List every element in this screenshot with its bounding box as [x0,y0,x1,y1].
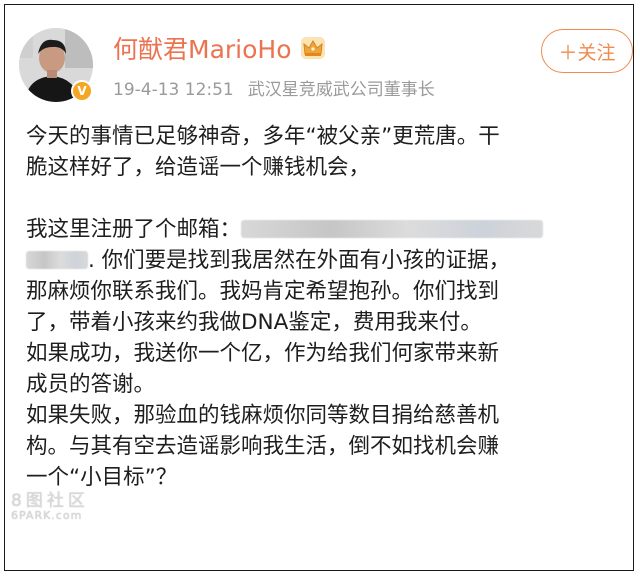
post-line: 如果成功，我送你一个亿，作为给我们何家带来新 [26,341,500,366]
post-line: 成员的答谢。 [26,372,156,397]
post-text: 今天的事情已足够神奇，多年“被父亲”更荒唐。干 脆这样好了，给造谣一个赚钱机会，… [26,121,632,493]
post-line: 如果失败，那验血的钱麻烦你同等数目捐给慈善机 [26,403,500,428]
weibo-post-card: V 何猷君MarioHo 19-4-13 12:51 武汉星竞威武公司董事长 ＋关… [4,4,634,571]
crown-icon [300,37,325,59]
user-title: 武汉星竞威武公司董事长 [247,80,435,100]
post-line: 那麻烦你联系我们。我妈肯定希望抱孙。你们找到 [26,279,500,304]
username-row: 何猷君MarioHo [113,28,326,68]
post-line: 脆这样好了，给造谣一个赚钱机会， [26,155,371,180]
post-line-text: 我这里注册了个邮箱： [26,217,242,242]
post-timestamp[interactable]: 19-4-13 12:51 [113,80,234,100]
verified-badge-icon: V [71,80,93,102]
post-line: . 你们要是找到我居然在外面有小孩的证据， [26,245,632,276]
post-line: 今天的事情已足够神奇，多年“被父亲”更荒唐。干 [26,124,500,149]
redacted-email-domain [26,251,88,269]
watermark-en: 6PARK.com [11,509,83,522]
post-line: 我这里注册了个邮箱： [26,214,632,245]
post-line: 构。与其有空去造谣影响我生活，倒不如找机会赚 [26,434,500,459]
redacted-email [241,220,544,238]
follow-button[interactable]: ＋关注 [541,29,633,73]
post-line: 一个“小目标”？ [26,465,178,490]
post-line-text: . 你们要是找到我居然在外面有小孩的证据， [88,248,511,273]
post-line: 了，带着小孩来约我做DNA鉴定，费用我来付。 [26,310,482,335]
post-meta: 19-4-13 12:51 武汉星竞威武公司董事长 [113,75,435,100]
username[interactable]: 何猷君MarioHo [113,30,292,66]
